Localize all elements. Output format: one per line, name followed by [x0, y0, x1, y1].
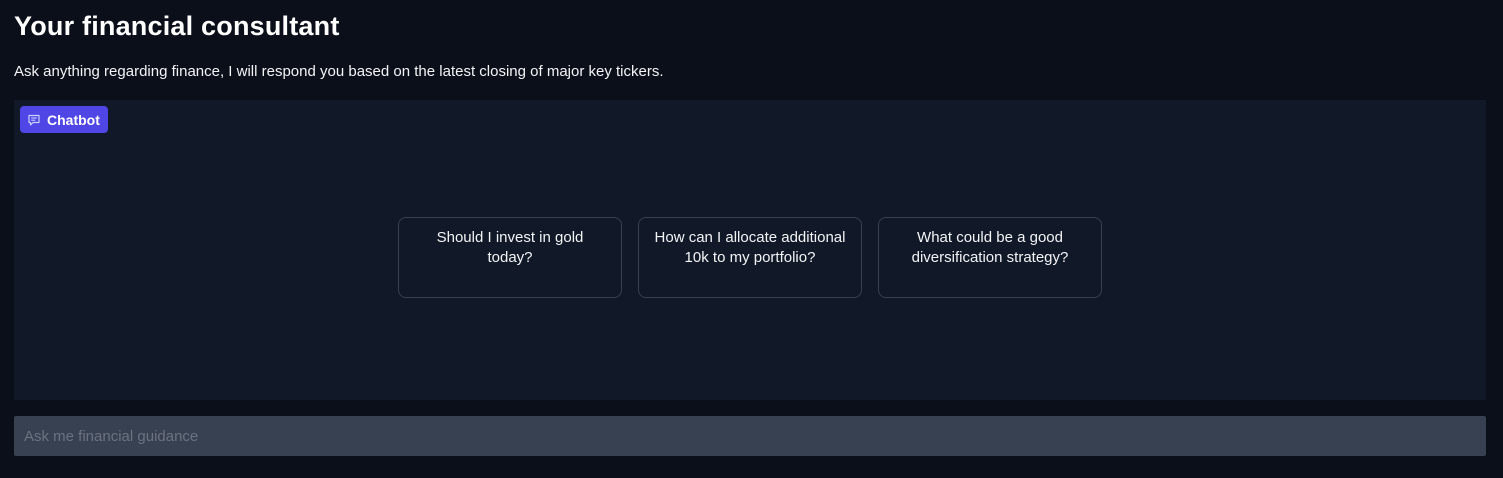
- chat-icon: [27, 113, 41, 127]
- example-prompts: Should I invest in gold today? How can I…: [398, 217, 1102, 298]
- example-prompt-allocate[interactable]: How can I allocate additional 10k to my …: [638, 217, 862, 298]
- chatbot-panel: Chatbot Should I invest in gold today? H…: [14, 100, 1486, 400]
- chat-input-container: [14, 416, 1486, 456]
- example-prompt-text: Should I invest in gold today?: [436, 229, 584, 266]
- example-prompt-text: How can I allocate additional 10k to my …: [654, 229, 846, 266]
- page-description: Ask anything regarding finance, I will r…: [14, 63, 664, 80]
- page: Your financial consultant Ask anything r…: [0, 0, 1503, 478]
- example-prompt-text: What could be a good diversification str…: [911, 229, 1069, 266]
- example-prompt-gold[interactable]: Should I invest in gold today?: [398, 217, 622, 298]
- example-prompt-diversification[interactable]: What could be a good diversification str…: [878, 217, 1102, 298]
- chat-input[interactable]: [14, 416, 1486, 456]
- chatbot-badge: Chatbot: [20, 106, 108, 133]
- page-title: Your financial consultant: [14, 11, 340, 41]
- chatbot-label: Chatbot: [47, 111, 100, 128]
